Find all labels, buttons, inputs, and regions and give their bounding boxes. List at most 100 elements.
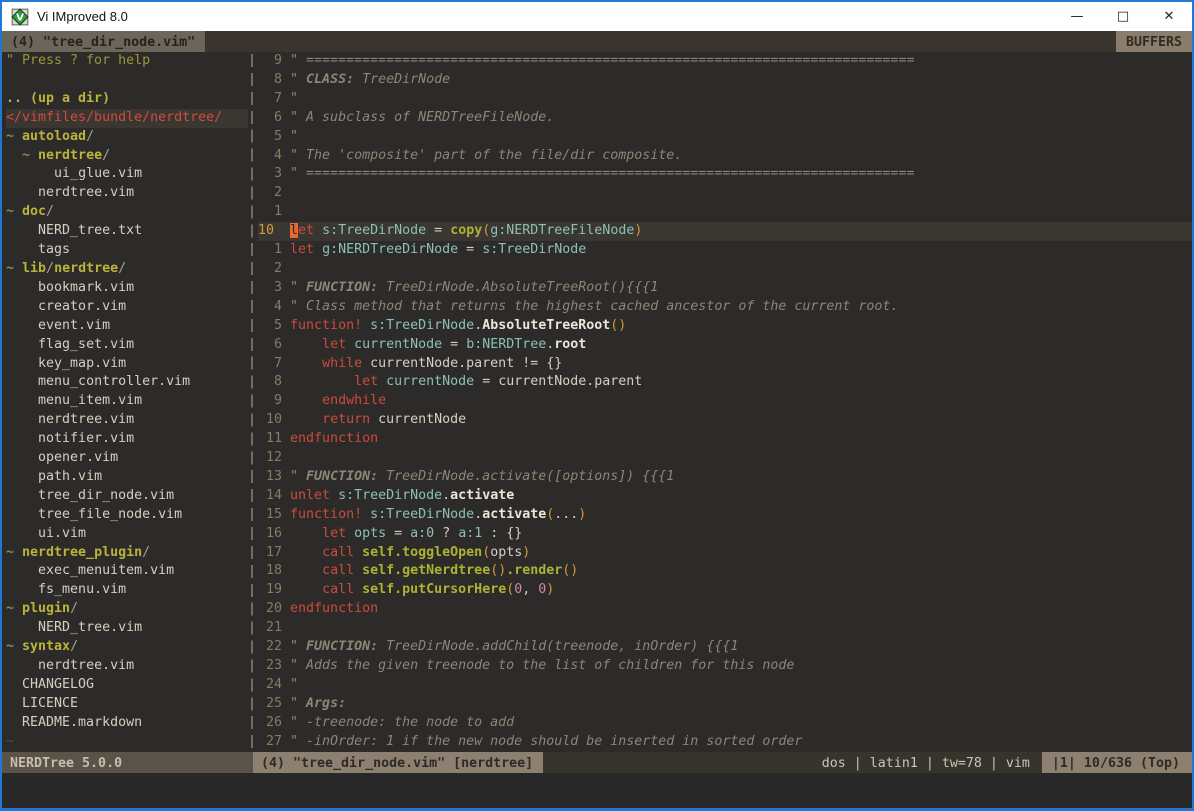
- code-line[interactable]: 22 " FUNCTION: TreeDirNode.addChild(tree…: [258, 638, 1192, 657]
- code-line[interactable]: 21: [258, 619, 1192, 638]
- statusline-fileinfo: dos | latin1 | tw=78 | vim: [543, 752, 1042, 773]
- code-segment: = currentNode.parent: [474, 374, 642, 389]
- tree-item[interactable]: ~ nerdtree_plugin/: [6, 544, 248, 563]
- tree-item[interactable]: ~ nerdtree/: [6, 147, 248, 166]
- code-line[interactable]: 19 call self.putCursorHere(0, 0): [258, 581, 1192, 600]
- code-line[interactable]: 9 endwhile: [258, 392, 1192, 411]
- code-line[interactable]: 6 let currentNode = b:NERDTree.root: [258, 336, 1192, 355]
- code-line[interactable]: 12: [258, 449, 1192, 468]
- tree-item[interactable]: ~: [6, 733, 248, 752]
- tree-item[interactable]: tags: [6, 241, 248, 260]
- code-line[interactable]: 17 call self.toggleOpen(opts): [258, 544, 1192, 563]
- tree-segment: /: [118, 261, 126, 276]
- code-line[interactable]: 16 let opts = a:0 ? a:1 : {}: [258, 525, 1192, 544]
- tree-item[interactable]: exec_menuitem.vim: [6, 562, 248, 581]
- line-number: 10: [258, 412, 290, 427]
- tree-segment: [6, 299, 38, 314]
- tree-item[interactable]: ~ plugin/: [6, 600, 248, 619]
- command-line[interactable]: [2, 773, 1192, 808]
- code-line[interactable]: 4 " Class method that returns the highes…: [258, 298, 1192, 317]
- tree-item[interactable]: notifier.vim: [6, 430, 248, 449]
- tree-item[interactable]: ui.vim: [6, 525, 248, 544]
- tree-item[interactable]: ~ autoload/: [6, 128, 248, 147]
- code-line[interactable]: 6 " A subclass of NERDTreeFileNode.: [258, 109, 1192, 128]
- tree-item[interactable]: [6, 71, 248, 90]
- code-line[interactable]: 9 " ====================================…: [258, 52, 1192, 71]
- tree-item[interactable]: opener.vim: [6, 449, 248, 468]
- code-line[interactable]: 5 ": [258, 128, 1192, 147]
- tree-segment: [6, 148, 22, 163]
- code-line[interactable]: 2: [258, 184, 1192, 203]
- code-line[interactable]: 7 while currentNode.parent != {}: [258, 355, 1192, 374]
- tree-item[interactable]: .. (up a dir): [6, 90, 248, 109]
- code-line[interactable]: 14 unlet s:TreeDirNode.activate: [258, 487, 1192, 506]
- code-line[interactable]: 7 ": [258, 90, 1192, 109]
- code-segment: self.toggleOpen: [362, 545, 482, 560]
- code-line[interactable]: 15 function! s:TreeDirNode.activate(...): [258, 506, 1192, 525]
- code-segment: function!: [290, 507, 362, 522]
- tree-segment: </vimfiles/bundle/nerdtree/: [6, 110, 222, 125]
- tree-item[interactable]: menu_item.vim: [6, 392, 248, 411]
- tree-item[interactable]: README.markdown: [6, 714, 248, 733]
- code-line[interactable]: 26 " -treenode: the node to add: [258, 714, 1192, 733]
- tree-item[interactable]: key_map.vim: [6, 355, 248, 374]
- tree-item[interactable]: menu_controller.vim: [6, 373, 248, 392]
- tree-item[interactable]: LICENCE: [6, 695, 248, 714]
- tree-item[interactable]: ~ lib/nerdtree/: [6, 260, 248, 279]
- code-segment: ): [578, 507, 586, 522]
- tree-item[interactable]: ui_glue.vim: [6, 165, 248, 184]
- tree-item[interactable]: tree_file_node.vim: [6, 506, 248, 525]
- code-line[interactable]: 2: [258, 260, 1192, 279]
- code-line[interactable]: 5 function! s:TreeDirNode.AbsoluteTreeRo…: [258, 317, 1192, 336]
- tree-item[interactable]: bookmark.vim: [6, 279, 248, 298]
- tree-item[interactable]: tree_dir_node.vim: [6, 487, 248, 506]
- code-line[interactable]: 8 " CLASS: TreeDirNode: [258, 71, 1192, 90]
- tree-item[interactable]: flag_set.vim: [6, 336, 248, 355]
- code-line[interactable]: 4 " The 'composite' part of the file/dir…: [258, 147, 1192, 166]
- line-number: 3: [258, 166, 290, 181]
- code-line[interactable]: 3 " FUNCTION: TreeDirNode.AbsoluteTreeRo…: [258, 279, 1192, 298]
- tree-item[interactable]: NERD_tree.txt: [6, 222, 248, 241]
- tree-item[interactable]: </vimfiles/bundle/nerdtree/: [6, 109, 248, 128]
- code-line[interactable]: 11 endfunction: [258, 430, 1192, 449]
- code-line[interactable]: 20 endfunction: [258, 600, 1192, 619]
- tree-item[interactable]: ~ doc/: [6, 203, 248, 222]
- tree-item[interactable]: creator.vim: [6, 298, 248, 317]
- code-line[interactable]: 24 ": [258, 676, 1192, 695]
- code-segment: et: [298, 223, 314, 238]
- tree-item[interactable]: fs_menu.vim: [6, 581, 248, 600]
- code-line[interactable]: 27 " -inOrder: 1 if the new node should …: [258, 733, 1192, 752]
- tree-item[interactable]: NERD_tree.vim: [6, 619, 248, 638]
- tree-item[interactable]: nerdtree.vim: [6, 657, 248, 676]
- code-line[interactable]: 10 let s:TreeDirNode = copy(g:NERDTreeFi…: [258, 222, 1192, 241]
- close-button[interactable]: ✕: [1146, 2, 1192, 31]
- tree-segment: [6, 431, 38, 446]
- tab-tree-dir-node[interactable]: (4) "tree_dir_node.vim": [2, 31, 205, 52]
- code-line[interactable]: 1: [258, 203, 1192, 222]
- tree-item[interactable]: nerdtree.vim: [6, 411, 248, 430]
- code-line[interactable]: 23 " Adds the given treenode to the list…: [258, 657, 1192, 676]
- code-line[interactable]: 8 let currentNode = currentNode.parent: [258, 373, 1192, 392]
- code-line[interactable]: 10 return currentNode: [258, 411, 1192, 430]
- tree-item[interactable]: nerdtree.vim: [6, 184, 248, 203]
- code-line[interactable]: 18 call self.getNerdtree().render(): [258, 562, 1192, 581]
- tree-segment: nerdtree_plugin: [22, 545, 142, 560]
- code-segment: b:NERDTree: [466, 337, 546, 352]
- tree-item[interactable]: path.vim: [6, 468, 248, 487]
- tree-item[interactable]: ~ syntax/: [6, 638, 248, 657]
- tree-segment: [6, 620, 38, 635]
- code-segment: .: [442, 488, 450, 503]
- code-line[interactable]: 1 let g:NERDTreeDirNode = s:TreeDirNode: [258, 241, 1192, 260]
- window-separator[interactable]: [248, 52, 258, 752]
- tree-item[interactable]: event.vim: [6, 317, 248, 336]
- code-line[interactable]: 13 " FUNCTION: TreeDirNode.activate([opt…: [258, 468, 1192, 487]
- tree-item[interactable]: " Press ? for help: [6, 52, 248, 71]
- code-line[interactable]: 3 " ====================================…: [258, 165, 1192, 184]
- code-segment: endfunction: [290, 601, 378, 616]
- tree-segment: [6, 318, 38, 333]
- minimize-button[interactable]: —: [1054, 2, 1100, 31]
- maximize-button[interactable]: □: [1100, 2, 1146, 31]
- tree-item[interactable]: CHANGELOG: [6, 676, 248, 695]
- code-line[interactable]: 25 " Args:: [258, 695, 1192, 714]
- code-segment: FUNCTION:: [306, 639, 378, 654]
